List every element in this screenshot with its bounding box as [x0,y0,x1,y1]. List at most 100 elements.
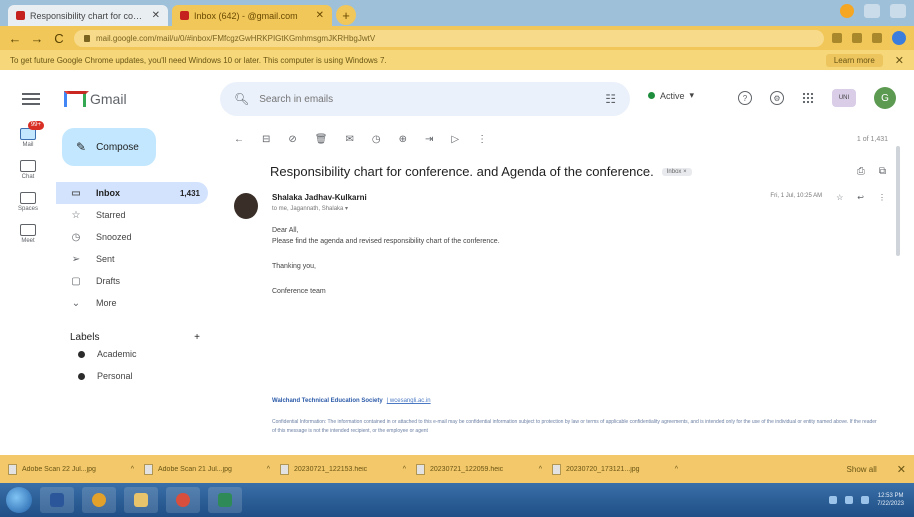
rail-meet[interactable]: Meet [0,224,56,244]
subject-actions: ⎙ ⧉ [857,166,886,177]
label-item-personal[interactable]: Personal [56,365,216,387]
archive-icon[interactable]: ⊟ [262,134,270,145]
flag-icon[interactable] [861,496,870,504]
minimize-window-icon[interactable] [864,4,880,18]
google-apps-icon[interactable] [802,92,814,104]
gmail-m-icon [64,91,86,107]
forward-arrow-icon[interactable]: → [30,31,44,46]
rail-mail[interactable]: 99+ Mail [0,121,56,148]
close-window-icon[interactable] [890,4,906,18]
chrome-profile-icon[interactable] [892,31,906,45]
label-icon[interactable]: ▷ [451,134,459,145]
download-label: Adobe Scan 22 Jul...jpg [22,465,96,473]
infobar-close-icon[interactable]: ✕ [895,54,904,67]
more-options-icon[interactable]: ⋮ [878,193,886,202]
tab-close-icon[interactable]: ✕ [316,10,324,21]
organization-badge: UNI [832,89,856,107]
report-spam-icon[interactable]: ⊘ [288,134,296,145]
delete-icon[interactable]: 🗑︎ [315,134,328,145]
chevron-down-icon: ⌄ [71,297,81,309]
download-label: 20230721_122153.heic [294,465,368,473]
gmail-logo[interactable]: Gmail [64,91,127,107]
print-icon[interactable]: ⎙ [857,166,865,177]
sidebar-item-starred[interactable]: ☆ Starred [56,204,208,226]
chevron-up-icon[interactable]: ^ [267,466,270,473]
compose-button[interactable]: ✎ Compose [62,128,156,166]
sidebar-item-drafts[interactable]: ▢ Drafts [56,270,208,292]
profile-circle-icon[interactable] [840,4,854,18]
taskbar-explorer[interactable] [124,487,158,513]
status-dot-icon [648,92,655,99]
sender-name[interactable]: Shalaka Jadhav-Kulkarni [272,193,367,202]
network-icon[interactable] [829,496,838,504]
sidebar-item-label: Snoozed [96,232,132,242]
new-tab-button[interactable]: + [336,5,356,25]
rail-spaces[interactable]: Spaces [0,192,56,212]
sender-avatar[interactable] [234,193,258,219]
open-new-window-icon[interactable]: ⧉ [879,166,886,177]
tab-close-icon[interactable]: ✕ [152,10,160,21]
browser-tab-inbox[interactable]: Inbox (642) - @gmail.com ✕ [172,5,332,26]
download-item[interactable]: Adobe Scan 22 Jul...jpg ^ [8,463,134,475]
sidebar-item-inbox[interactable]: ▭ Inbox 1,431 [56,182,208,204]
recipients[interactable]: to me, Jagannath, Shalaka ▾ [272,205,367,212]
move-to-icon[interactable]: ⇥ [425,134,433,145]
back-arrow-icon[interactable]: ← [8,31,22,46]
star-icon[interactable]: ☆ [836,193,843,202]
snooze-icon[interactable]: ◷ [372,134,381,145]
account-avatar[interactable]: G [874,87,896,109]
share-icon[interactable] [832,33,842,43]
org-website-link[interactable]: | wcesangli.ac.in [387,398,431,404]
taskbar-excel[interactable] [208,487,242,513]
reload-icon[interactable]: C [52,31,66,46]
add-label-icon[interactable]: + [194,332,200,343]
support-icon[interactable]: ? [738,91,752,105]
add-task-icon[interactable]: ⊕ [399,134,407,145]
send-icon: ➢ [71,253,81,265]
mark-unread-icon[interactable]: ✉ [345,134,353,145]
learn-more-button[interactable]: Learn more [825,53,883,67]
more-options-icon[interactable]: ⋮ [477,134,487,145]
taskbar-word[interactable] [40,487,74,513]
chevron-up-icon[interactable]: ^ [131,466,134,473]
sidebar-item-more[interactable]: ⌄ More [56,292,208,314]
chevron-up-icon[interactable]: ^ [403,466,406,473]
tab-label: Inbox (642) - @gmail.com [194,10,298,21]
sidebar-item-snoozed[interactable]: ◷ Snoozed [56,226,208,248]
download-item[interactable]: 20230720_173121...jpg ^ [552,463,678,475]
download-item[interactable]: Adobe Scan 21 Jul...jpg ^ [144,463,270,475]
warning-text: To get future Google Chrome updates, you… [10,55,387,65]
bookmark-star-icon[interactable] [852,33,862,43]
settings-gear-icon[interactable]: ⚙ [770,91,784,105]
draft-icon: ▢ [71,275,81,287]
search-options-icon[interactable]: ☷ [605,92,616,106]
extensions-icon[interactable] [872,33,882,43]
system-clock[interactable]: 12:53 PM 7/22/2023 [877,492,904,508]
chevron-up-icon[interactable]: ^ [675,466,678,473]
rail-chat[interactable]: Chat [0,160,56,180]
close-shelf-icon[interactable]: ✕ [897,463,906,476]
scrollbar[interactable] [896,146,900,256]
download-item[interactable]: 20230721_122059.heic ^ [416,463,542,475]
address-bar: ← → C mail.google.com/mail/u/0/#inbox/FM… [0,26,914,50]
download-item[interactable]: 20230721_122153.heic ^ [280,463,406,475]
search-input[interactable] [259,93,596,105]
label-item-academic[interactable]: Academic [56,343,216,365]
url-field[interactable]: mail.google.com/mail/u/0/#inbox/FMfcgzGw… [74,29,824,47]
show-all-downloads-button[interactable]: Show all [847,465,877,474]
start-button-icon[interactable] [6,487,32,513]
chevron-up-icon[interactable]: ^ [539,466,542,473]
taskbar-chrome[interactable] [82,487,116,513]
main-menu-icon[interactable] [22,93,40,105]
inbox-label-chip[interactable]: Inbox × [661,167,692,176]
taskbar-chrome-active[interactable] [166,487,200,513]
reply-icon[interactable]: ↩ [857,193,864,202]
window-controls [840,4,906,18]
search-icon[interactable]: 🔍︎ [234,92,249,106]
volume-icon[interactable] [845,496,854,504]
browser-tab-responsibility[interactable]: Responsibility chart for conferen ✕ [8,5,168,26]
back-to-inbox-icon[interactable]: ← [234,134,244,145]
rail-label: Mail [22,142,34,148]
sidebar-item-sent[interactable]: ➢ Sent [56,248,208,270]
status-indicator[interactable]: Active ▾ [648,90,694,101]
